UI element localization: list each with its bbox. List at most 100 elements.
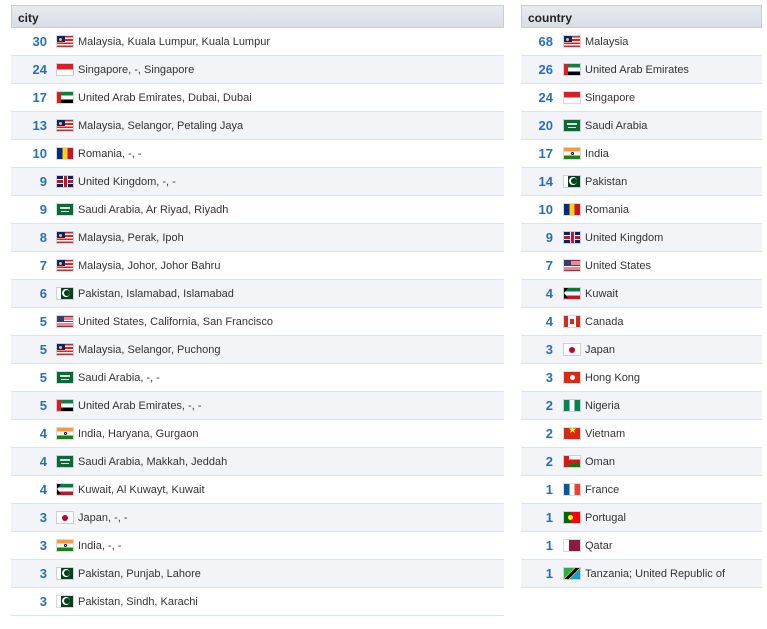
city-label[interactable]: United States, California, San Francisco	[78, 316, 273, 328]
country-label[interactable]: Hong Kong	[585, 372, 640, 384]
city-label[interactable]: Romania, -, -	[78, 148, 142, 160]
country-row[interactable]: 20 Saudi Arabia	[521, 112, 762, 140]
country-row[interactable]: 10 Romania	[521, 196, 762, 224]
country-label[interactable]: Portugal	[585, 512, 626, 524]
city-label[interactable]: Malaysia, Perak, Ipoh	[78, 232, 184, 244]
city-row[interactable]: 4 Saudi Arabia, Makkah, Jeddah	[11, 448, 504, 476]
country-label[interactable]: United Kingdom	[585, 232, 663, 244]
country-row[interactable]: 1 Qatar	[521, 532, 762, 560]
country-label[interactable]: Japan	[585, 344, 615, 356]
country-label[interactable]: Romania	[585, 204, 629, 216]
city-row[interactable]: 4 Kuwait, Al Kuwayt, Kuwait	[11, 476, 504, 504]
country-row[interactable]: 9 United Kingdom	[521, 224, 762, 252]
city-label[interactable]: Japan, -, -	[78, 512, 128, 524]
city-row[interactable]: 5 United States, California, San Francisc…	[11, 308, 504, 336]
city-row[interactable]: 4 India, Haryana, Gurgaon	[11, 420, 504, 448]
city-label[interactable]: India, -, -	[78, 540, 121, 552]
country-label[interactable]: India	[585, 148, 609, 160]
city-label[interactable]: Kuwait, Al Kuwayt, Kuwait	[78, 484, 205, 496]
city-label[interactable]: Malaysia, Johor, Johor Bahru	[78, 260, 220, 272]
city-row[interactable]: 24 Singapore, -, Singapore	[11, 56, 504, 84]
city-label[interactable]: Pakistan, Sindh, Karachi	[78, 596, 198, 608]
country-count: 10	[538, 202, 553, 217]
country-label[interactable]: Singapore	[585, 92, 635, 104]
city-row[interactable]: 17 United Arab Emirates, Dubai, Dubai	[11, 84, 504, 112]
city-row[interactable]: 3 Pakistan, Punjab, Lahore	[11, 560, 504, 588]
country-label[interactable]: United Arab Emirates	[585, 64, 689, 76]
country-row[interactable]: 1 France	[521, 476, 762, 504]
flag-hk-icon	[564, 372, 580, 383]
country-label[interactable]: Kuwait	[585, 288, 618, 300]
country-row[interactable]: 4 Kuwait	[521, 280, 762, 308]
city-label[interactable]: Pakistan, Islamabad, Islamabad	[78, 288, 234, 300]
city-label[interactable]: United Kingdom, -, -	[78, 176, 176, 188]
country-label[interactable]: Oman	[585, 456, 615, 468]
country-row[interactable]: 24 Singapore	[521, 84, 762, 112]
country-label[interactable]: France	[585, 484, 619, 496]
city-list: 30 Malaysia, Kuala Lumpur, Kuala Lumpur 24…	[11, 28, 504, 616]
city-row[interactable]: 5 Saudi Arabia, -, -	[11, 364, 504, 392]
city-count: 7	[39, 258, 47, 273]
country-label[interactable]: Nigeria	[585, 400, 620, 412]
country-row[interactable]: 14 Pakistan	[521, 168, 762, 196]
country-row[interactable]: 2 Oman	[521, 448, 762, 476]
flag-ng-icon	[564, 400, 580, 411]
city-row[interactable]: 5 Malaysia, Selangor, Puchong	[11, 336, 504, 364]
country-label[interactable]: United States	[585, 260, 651, 272]
country-row[interactable]: 1 Tanzania; United Republic of	[521, 560, 762, 588]
city-row[interactable]: 10 Romania, -, -	[11, 140, 504, 168]
city-row[interactable]: 9 United Kingdom, -, -	[11, 168, 504, 196]
country-row[interactable]: 26 United Arab Emirates	[521, 56, 762, 84]
country-label[interactable]: Canada	[585, 316, 624, 328]
city-label[interactable]: Pakistan, Punjab, Lahore	[78, 568, 201, 580]
city-row[interactable]: 5 United Arab Emirates, -, -	[11, 392, 504, 420]
city-label[interactable]: Malaysia, Selangor, Puchong	[78, 344, 220, 356]
city-label[interactable]: Saudi Arabia, Ar Riyad, Riyadh	[78, 204, 228, 216]
flag-in-icon	[57, 428, 73, 439]
city-label[interactable]: Malaysia, Selangor, Petaling Jaya	[78, 120, 243, 132]
city-row[interactable]: 3 Pakistan, Sindh, Karachi	[11, 588, 504, 616]
city-label[interactable]: United Arab Emirates, Dubai, Dubai	[78, 92, 252, 104]
flag-gb-icon	[564, 232, 580, 243]
country-label[interactable]: Saudi Arabia	[585, 120, 647, 132]
city-row[interactable]: 9 Saudi Arabia, Ar Riyad, Riyadh	[11, 196, 504, 224]
country-row[interactable]: 3 Hong Kong	[521, 364, 762, 392]
flag-om-icon	[564, 456, 580, 467]
country-row[interactable]: 4 Canada	[521, 308, 762, 336]
city-row[interactable]: 30 Malaysia, Kuala Lumpur, Kuala Lumpur	[11, 28, 504, 56]
country-label[interactable]: Qatar	[585, 540, 613, 552]
country-row[interactable]: 3 Japan	[521, 336, 762, 364]
country-label[interactable]: Tanzania; United Republic of	[585, 568, 725, 580]
country-row[interactable]: 17 India	[521, 140, 762, 168]
country-count: 20	[538, 118, 553, 133]
country-row[interactable]: 2 Vietnam	[521, 420, 762, 448]
city-row[interactable]: 13 Malaysia, Selangor, Petaling Jaya	[11, 112, 504, 140]
country-count: 2	[545, 426, 553, 441]
city-label[interactable]: Saudi Arabia, -, -	[78, 372, 160, 384]
flag-pt-icon	[564, 512, 580, 523]
country-label[interactable]: Vietnam	[585, 428, 625, 440]
flag-ae-icon	[564, 64, 580, 75]
city-count: 3	[39, 594, 47, 609]
city-label[interactable]: India, Haryana, Gurgaon	[78, 428, 198, 440]
city-count: 4	[39, 482, 47, 497]
city-row[interactable]: 7 Malaysia, Johor, Johor Bahru	[11, 252, 504, 280]
country-row[interactable]: 7 United States	[521, 252, 762, 280]
city-count: 10	[32, 146, 47, 161]
city-row[interactable]: 3 India, -, -	[11, 532, 504, 560]
city-row[interactable]: 6 Pakistan, Islamabad, Islamabad	[11, 280, 504, 308]
city-label[interactable]: Malaysia, Kuala Lumpur, Kuala Lumpur	[78, 36, 270, 48]
country-row[interactable]: 2 Nigeria	[521, 392, 762, 420]
country-label[interactable]: Pakistan	[585, 176, 627, 188]
country-row[interactable]: 68 Malaysia	[521, 28, 762, 56]
country-count: 14	[538, 174, 553, 189]
country-label[interactable]: Malaysia	[585, 36, 628, 48]
city-row[interactable]: 3 Japan, -, -	[11, 504, 504, 532]
country-row[interactable]: 1 Portugal	[521, 504, 762, 532]
city-label[interactable]: United Arab Emirates, -, -	[78, 400, 202, 412]
city-row[interactable]: 8 Malaysia, Perak, Ipoh	[11, 224, 504, 252]
flag-sg-icon	[57, 64, 73, 75]
city-label[interactable]: Saudi Arabia, Makkah, Jeddah	[78, 456, 227, 468]
flag-my-icon	[57, 260, 73, 271]
city-label[interactable]: Singapore, -, Singapore	[78, 64, 194, 76]
